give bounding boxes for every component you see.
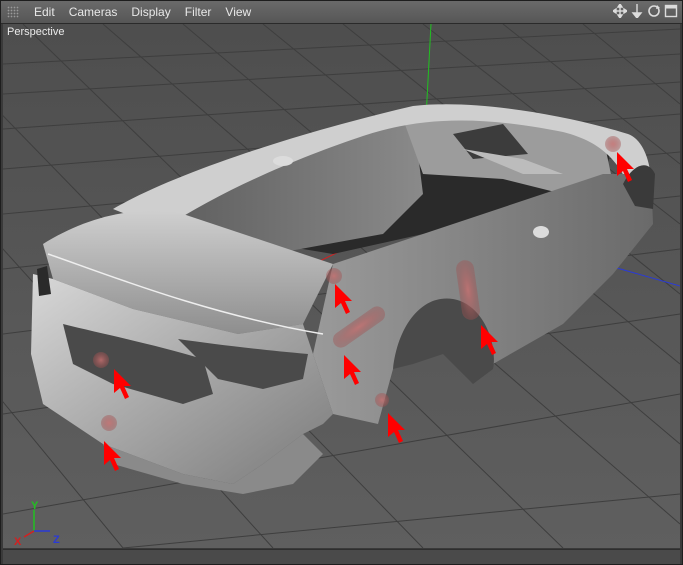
menu-display[interactable]: Display <box>124 1 177 23</box>
attachment-point[interactable] <box>375 393 389 407</box>
gizmo-x-label: X <box>14 536 22 548</box>
move-view-icon[interactable] <box>611 2 629 20</box>
viewport-statusbar <box>3 549 680 564</box>
gizmo-z-label: Z <box>53 534 60 546</box>
viewport-scene: Y Z X <box>3 24 680 548</box>
menu-cameras[interactable]: Cameras <box>62 1 125 23</box>
attachment-point[interactable] <box>605 136 621 152</box>
view-navigation-icons <box>611 2 678 20</box>
attachment-point[interactable] <box>326 268 342 284</box>
drag-grip-icon[interactable] <box>7 6 19 18</box>
viewport-label: Perspective <box>7 26 65 38</box>
attachment-point[interactable] <box>93 352 109 368</box>
maximize-view-icon[interactable] <box>664 4 678 18</box>
menu-filter[interactable]: Filter <box>178 1 219 23</box>
dolly-view-icon[interactable] <box>630 4 644 20</box>
rotate-view-icon[interactable] <box>647 4 661 18</box>
viewport-menubar: Edit Cameras Display Filter View <box>1 1 682 24</box>
attachment-point[interactable] <box>101 415 117 431</box>
viewport-window: Edit Cameras Display Filter View Perspec… <box>0 0 683 565</box>
menu-view[interactable]: View <box>218 1 258 23</box>
perspective-viewport[interactable]: Perspective Y Z X <box>3 24 680 548</box>
menu-edit[interactable]: Edit <box>27 1 62 23</box>
gizmo-y-label: Y <box>31 500 39 512</box>
